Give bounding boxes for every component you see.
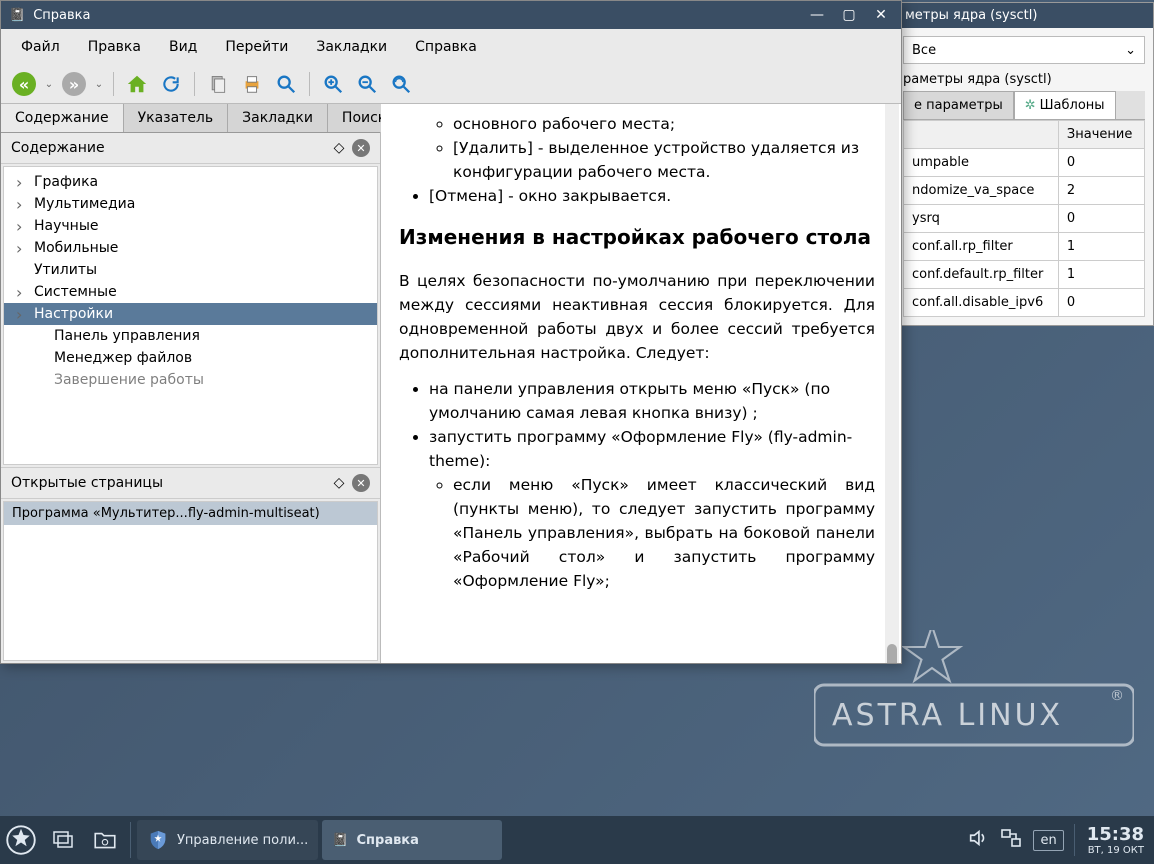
tab-params[interactable]: е параметры [903, 91, 1014, 119]
open-page-item[interactable]: Программа «Мультитер...fly-admin-multise… [4, 502, 377, 525]
shield-icon [147, 829, 169, 851]
forward-drop[interactable]: ⌄ [93, 79, 105, 90]
home-button[interactable] [122, 69, 152, 99]
minimize-button[interactable]: — [805, 5, 829, 25]
menu-bookmarks[interactable]: Закладки [302, 33, 401, 61]
task-item-policy[interactable]: Управление поли... [137, 820, 318, 860]
task-label: Справка [356, 833, 418, 848]
clock-time: 15:38 [1087, 824, 1144, 845]
tree-item-mobile[interactable]: Мобильные [4, 237, 377, 259]
zoom-out-button[interactable] [352, 69, 382, 99]
table-row: ysrq0 [904, 205, 1145, 233]
clock-date: ВТ, 19 ОКТ [1087, 845, 1144, 856]
menu-help[interactable]: Справка [401, 33, 491, 61]
menu-edit[interactable]: Правка [74, 33, 155, 61]
sysctl-table: Значение umpable0 ndomize_va_space2 ysrq… [903, 120, 1145, 317]
menu-view[interactable]: Вид [155, 33, 211, 61]
book-icon: 📓 [9, 8, 25, 23]
left-panel: Содержание Указатель Закладки Поиск Соде… [1, 104, 381, 663]
zoom-in-button[interactable] [318, 69, 348, 99]
volume-icon[interactable] [967, 827, 989, 853]
tree-item-multimedia[interactable]: Мультимедиа [4, 193, 377, 215]
maximize-button[interactable]: ▢ [837, 5, 861, 25]
content-text: запустить программу «Оформление Fly» (fl… [429, 425, 875, 593]
detach-icon[interactable]: ◇ [330, 474, 348, 492]
open-pages-list[interactable]: Программа «Мультитер...fly-admin-multise… [3, 501, 378, 661]
dropdown-value: Все [912, 43, 936, 58]
file-manager-button[interactable] [84, 816, 126, 864]
back-button[interactable]: « [9, 69, 39, 99]
contents-pane-title: Содержание [11, 140, 105, 156]
network-icon[interactable] [999, 826, 1023, 854]
contents-tree[interactable]: Графика Мультимедиа Научные Мобильные Ут… [3, 166, 378, 465]
tab-bookmarks[interactable]: Закладки [228, 104, 328, 132]
toolbar: « ⌄ » ⌄ [1, 65, 901, 104]
find-button[interactable] [271, 69, 301, 99]
close-button[interactable]: ✕ [869, 5, 893, 25]
tree-item-graphics[interactable]: Графика [4, 171, 377, 193]
detach-icon[interactable]: ◇ [330, 139, 348, 157]
contents-pane-header: Содержание ◇ ✕ [1, 133, 380, 164]
sysctl-subtitle: раметры ядра (sysctl) [903, 64, 1145, 91]
tree-item-science[interactable]: Научные [4, 215, 377, 237]
tree-item-control-panel[interactable]: Панель управления [4, 325, 377, 347]
table-row: conf.all.disable_ipv60 [904, 289, 1145, 317]
tree-item-system[interactable]: Системные [4, 281, 377, 303]
start-button[interactable] [0, 816, 42, 864]
menu-go[interactable]: Перейти [211, 33, 302, 61]
book-icon: 📓 [332, 833, 348, 848]
tab-contents[interactable]: Содержание [1, 104, 124, 132]
sysctl-title: метры ядра (sysctl) [895, 3, 1153, 28]
tree-item-shutdown[interactable]: Завершение работы [4, 369, 377, 391]
tree-item-filemanager[interactable]: Менеджер файлов [4, 347, 377, 369]
sysctl-window: метры ядра (sysctl) Все ⌄ раметры ядра (… [894, 2, 1154, 326]
tree-item-settings[interactable]: Настройки [4, 303, 377, 325]
taskbar: Управление поли... 📓 Справка en 15:38 ВТ… [0, 816, 1154, 864]
close-pane-icon[interactable]: ✕ [352, 139, 370, 157]
svg-text:®: ® [1110, 688, 1124, 704]
help-content[interactable]: основного рабочего места; [Удалить] - вы… [381, 104, 901, 663]
task-item-help[interactable]: 📓 Справка [322, 820, 502, 860]
zoom-reset-button[interactable] [386, 69, 416, 99]
back-drop[interactable]: ⌄ [43, 79, 55, 90]
reload-button[interactable] [156, 69, 186, 99]
keyboard-lang[interactable]: en [1033, 830, 1063, 851]
window-title: Справка [33, 8, 90, 23]
content-text: на панели управления открыть меню «Пуск»… [429, 377, 875, 425]
help-window: 📓 Справка — ▢ ✕ Файл Правка Вид Перейти … [0, 0, 902, 664]
show-desktop[interactable] [42, 816, 84, 864]
open-pages-header: Открытые страницы ◇ ✕ [1, 468, 380, 499]
scrollbar[interactable] [885, 104, 899, 663]
forward-button[interactable]: » [59, 69, 89, 99]
print-button[interactable] [237, 69, 267, 99]
content-text: [Отмена] - окно закрывается. [429, 184, 875, 208]
chevron-down-icon: ⌄ [1125, 43, 1136, 58]
content-heading: Изменения в настройках рабочего стола [399, 222, 875, 253]
close-pane-icon[interactable]: ✕ [352, 474, 370, 492]
tree-item-utilities[interactable]: Утилиты [4, 259, 377, 281]
table-row: conf.all.rp_filter1 [904, 233, 1145, 261]
copy-button[interactable] [203, 69, 233, 99]
category-dropdown[interactable]: Все ⌄ [903, 36, 1145, 64]
table-row: ndomize_va_space2 [904, 177, 1145, 205]
content-paragraph: В целях безопасности по-умолчанию при пе… [399, 269, 875, 365]
tab-index[interactable]: Указатель [124, 104, 229, 132]
titlebar[interactable]: 📓 Справка — ▢ ✕ [1, 1, 901, 29]
content-text: основного рабочего места; [453, 112, 875, 136]
table-row: conf.default.rp_filter1 [904, 261, 1145, 289]
brand-text: ASTRA LINUX [832, 698, 1063, 733]
task-label: Управление поли... [177, 833, 308, 848]
table-row: umpable0 [904, 149, 1145, 177]
content-text: если меню «Пуск» имеет классический вид … [453, 473, 875, 593]
menu-file[interactable]: Файл [7, 33, 74, 61]
open-pages-title: Открытые страницы [11, 475, 163, 491]
gear-icon: ✲ [1025, 98, 1036, 113]
tab-templates[interactable]: ✲ Шаблоны [1014, 91, 1116, 119]
scrollbar-thumb[interactable] [887, 644, 897, 663]
clock[interactable]: 15:38 ВТ, 19 ОКТ [1074, 824, 1154, 856]
content-text: [Удалить] - выделенное устройство удаляе… [453, 136, 875, 184]
menubar: Файл Правка Вид Перейти Закладки Справка [1, 29, 901, 65]
